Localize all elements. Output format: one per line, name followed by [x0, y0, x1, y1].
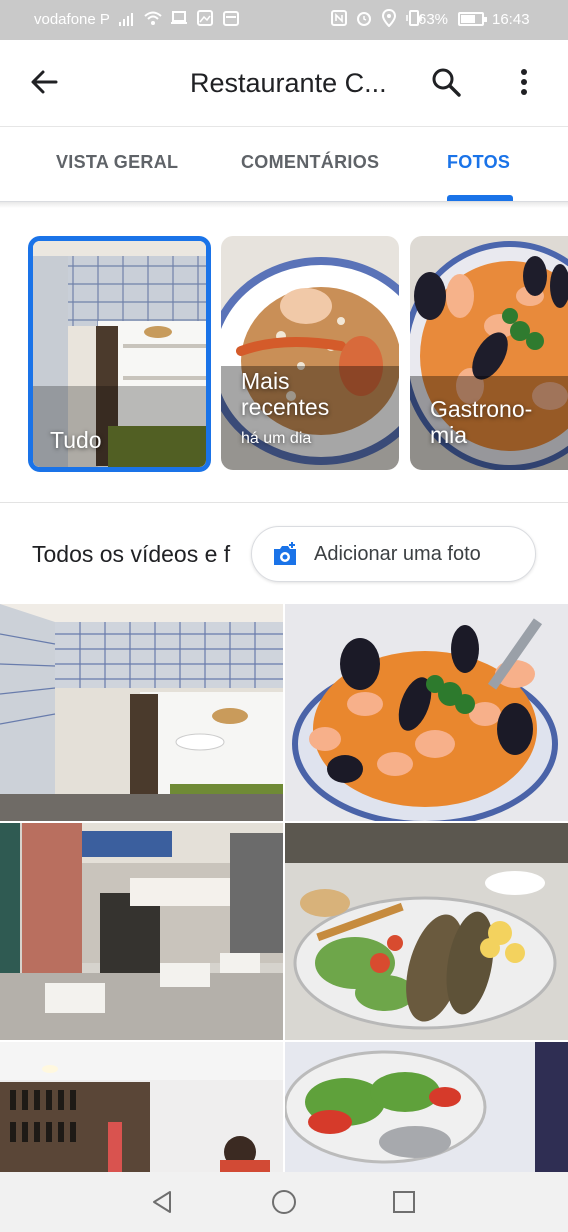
category-card-recent[interactable]: Mais recentes há um dia [221, 236, 399, 470]
photo-restaurant-facade[interactable] [0, 823, 283, 1040]
clock: 16:43 [492, 11, 530, 28]
app-bar: Restaurante C... [0, 40, 568, 126]
add-photo-camera-icon [274, 542, 296, 565]
calendar-icon [223, 11, 239, 26]
active-tab-indicator [447, 195, 513, 201]
nfc-icon [331, 10, 347, 26]
tab-bar: VISTA GERAL COMENTÁRIOS FOTOS [0, 126, 568, 202]
category-sub-recent: há um dia [241, 430, 312, 447]
add-photo-label: Adicionar uma foto [314, 543, 481, 565]
tab-reviews[interactable]: COMENTÁRIOS [241, 152, 379, 173]
page-title: Restaurante C... [190, 68, 387, 98]
battery-icon [458, 12, 487, 26]
nav-home-icon[interactable] [270, 1188, 298, 1216]
tab-photos[interactable]: FOTOS [447, 152, 510, 173]
add-photo-button[interactable]: Adicionar uma foto [251, 526, 536, 582]
carrier-name: vodafone P [34, 11, 110, 28]
all-photos-heading: Todos os vídeos e f [32, 541, 231, 567]
nav-back-icon[interactable] [148, 1188, 176, 1216]
photo-category-carousel: Tudo Mais recentes há um dia Gastrono- m… [0, 234, 568, 474]
photo-seafood-pot[interactable] [285, 604, 568, 821]
status-bar: vodafone P 63% 16:43 [0, 0, 568, 40]
tab-overview[interactable]: VISTA GERAL [56, 152, 178, 173]
photo-grid [0, 604, 568, 1172]
photo-grilled-fish[interactable] [285, 823, 568, 1040]
laptop-icon [171, 11, 187, 24]
category-label-gastronomy: Gastrono-mia [430, 396, 533, 448]
category-card-all[interactable]: Tudo [28, 236, 211, 472]
nav-recents-icon[interactable] [390, 1188, 418, 1216]
gallery-icon [197, 10, 213, 26]
signal-icon [119, 13, 133, 26]
location-icon [381, 9, 397, 27]
section-divider [0, 502, 568, 503]
photo-wine-shelves[interactable] [0, 1042, 283, 1172]
category-label-recent: Mais recentes [241, 368, 330, 420]
back-arrow-icon[interactable] [26, 64, 62, 100]
alarm-icon [357, 12, 371, 26]
more-vert-icon[interactable] [506, 64, 542, 100]
status-left-icons [118, 9, 240, 27]
system-nav-bar [0, 1172, 568, 1232]
wifi-icon [144, 11, 162, 25]
category-label-all: Tudo [50, 427, 102, 453]
photo-salad[interactable] [285, 1042, 568, 1172]
battery-percent: 63% [418, 11, 449, 28]
photo-dining-room[interactable] [0, 604, 283, 821]
search-icon[interactable] [428, 64, 464, 100]
status-right-icons [330, 9, 423, 27]
category-card-gastronomy[interactable]: Gastrono-mia [410, 236, 568, 470]
